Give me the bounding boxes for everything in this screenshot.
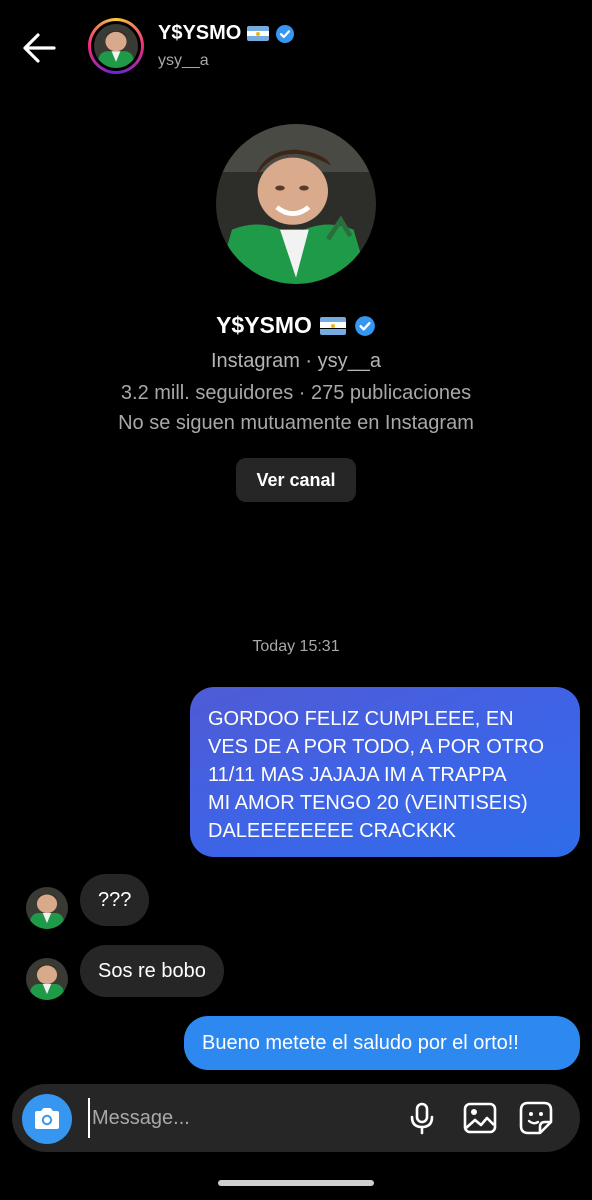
- verified-badge-icon: [355, 315, 375, 336]
- message-input[interactable]: [88, 1098, 388, 1138]
- sticker-icon[interactable]: [518, 1100, 554, 1136]
- view-channel-button[interactable]: Ver canal: [236, 458, 356, 502]
- camera-button[interactable]: [22, 1094, 72, 1144]
- incoming-message[interactable]: ???: [80, 874, 150, 926]
- sender-avatar[interactable]: [26, 887, 68, 929]
- profile-follow-status: No se siguen mutuamente en Instagram: [118, 412, 474, 434]
- sender-avatar[interactable]: [26, 958, 68, 1000]
- message-composer: [12, 1084, 580, 1152]
- incoming-message[interactable]: Sos re bobo: [80, 945, 224, 997]
- arrow-left-icon: [23, 33, 56, 63]
- thread-header: Y$YSMO ysy__a: [0, 0, 592, 96]
- profile-platform-handle: Instagram · ysy__a: [210, 350, 382, 372]
- argentina-flag-icon: [319, 316, 346, 335]
- dm-thread-screen: Y$YSMO ysy__a Y$YSMO Instagram · ysy__a …: [0, 0, 592, 1200]
- profile-name: Y$YSMO: [216, 312, 312, 338]
- camera-icon: [35, 1108, 59, 1129]
- microphone-icon[interactable]: [404, 1100, 440, 1136]
- message-timestamp: Today 15:31: [252, 638, 340, 655]
- argentina-flag-icon: [247, 26, 270, 41]
- back-button[interactable]: [18, 28, 62, 68]
- gallery-icon[interactable]: [462, 1100, 498, 1136]
- home-indicator[interactable]: [218, 1180, 374, 1186]
- outgoing-message[interactable]: Bueno metete el saludo por el orto!!: [184, 1016, 580, 1070]
- outgoing-message[interactable]: GORDOO FELIZ CUMPLEEE, EN VES DE A POR T…: [190, 687, 580, 857]
- header-avatar[interactable]: [88, 18, 144, 74]
- profile-picture[interactable]: [216, 124, 376, 284]
- verified-badge-icon: [276, 24, 295, 43]
- profile-name-row: Y$YSMO: [0, 312, 592, 339]
- header-name: Y$YSMO: [158, 22, 242, 44]
- profile-stats: 3.2 mill. seguidores · 275 publicaciones: [120, 382, 472, 404]
- header-handle: ysy__a: [158, 52, 209, 69]
- header-name-row[interactable]: Y$YSMO: [158, 22, 295, 45]
